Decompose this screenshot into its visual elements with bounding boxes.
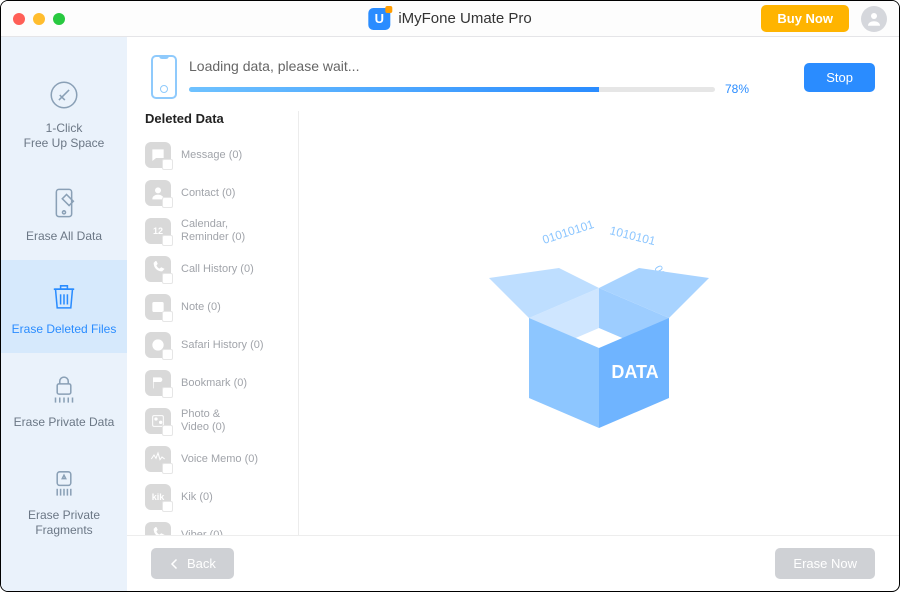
sidebar-item-label: Erase Private Data [14, 415, 115, 430]
list-item[interactable]: Voice Memo (0) [145, 440, 288, 478]
trash-icon [47, 278, 81, 314]
list-item[interactable]: 12 Calendar, Reminder (0) [145, 212, 288, 250]
list-item-icon: kik [145, 484, 171, 510]
phone-icon [151, 55, 177, 99]
app-title: iMyFone Umate Pro [398, 10, 531, 27]
back-arrow-icon [169, 558, 181, 570]
list-item-icon [145, 294, 171, 320]
sidebar-item-erase-fragments[interactable]: Erase Private Fragments [1, 446, 127, 554]
broom-icon [47, 77, 81, 113]
sidebar: 1-Click Free Up Space Erase All Data Era… [1, 37, 127, 591]
list-item-label: Contact (0) [181, 187, 235, 200]
buy-now-button[interactable]: Buy Now [761, 5, 849, 32]
list-item[interactable]: Call History (0) [145, 250, 288, 288]
footer: Back Erase Now [127, 535, 899, 591]
list-item-icon [145, 408, 171, 434]
list-item-icon [145, 332, 171, 358]
erase-now-button[interactable]: Erase Now [775, 548, 875, 579]
list-item-icon [145, 370, 171, 396]
data-box-label: DATA [611, 362, 658, 382]
list-item-label: Call History (0) [181, 263, 254, 276]
list-item-label: Note (0) [181, 301, 221, 314]
profile-icon[interactable] [861, 6, 887, 32]
list-item[interactable]: Message (0) [145, 136, 288, 174]
list-item[interactable]: kik Kik (0) [145, 478, 288, 516]
list-item[interactable]: Viber (0) [145, 516, 288, 535]
sidebar-item-label: Erase Private Fragments [28, 508, 100, 538]
sidebar-item-label: Erase Deleted Files [12, 322, 117, 337]
list-item[interactable]: Bookmark (0) [145, 364, 288, 402]
titlebar: U iMyFone Umate Pro Buy Now [1, 1, 899, 37]
fullscreen-icon[interactable] [53, 13, 65, 25]
traffic-lights [13, 13, 65, 25]
list-item-label: Safari History (0) [181, 339, 264, 352]
list-item-label: Photo & Video (0) [181, 408, 225, 433]
data-box-illustration: 01010101 1010101 01010 DATA [299, 111, 899, 535]
sidebar-item-erase-deleted[interactable]: Erase Deleted Files [1, 260, 127, 353]
lock-shred-icon [47, 371, 81, 407]
list-item-label: Calendar, Reminder (0) [181, 218, 245, 243]
back-button[interactable]: Back [151, 548, 234, 579]
binary-text: 01010101 [541, 217, 596, 247]
stop-button[interactable]: Stop [804, 63, 875, 92]
loading-panel: Loading data, please wait... 78% Stop [127, 37, 899, 111]
title-center: U iMyFone Umate Pro [368, 8, 531, 30]
list-item-icon [145, 256, 171, 282]
list-item-icon: 12 [145, 218, 171, 244]
progress-bar [189, 87, 715, 92]
list-item-icon [145, 446, 171, 472]
app-icon: U [368, 8, 390, 30]
app-shred-icon [47, 464, 81, 500]
list-item-label: Kik (0) [181, 491, 213, 504]
list-header: Deleted Data [127, 111, 298, 136]
binary-text: 1010101 [608, 223, 657, 248]
minimize-icon[interactable] [33, 13, 45, 25]
list-item-label: Bookmark (0) [181, 377, 247, 390]
sidebar-item-erase-private[interactable]: Erase Private Data [1, 353, 127, 446]
erase-phone-icon [49, 185, 79, 221]
loading-text: Loading data, please wait... [189, 58, 792, 74]
sidebar-item-free-up[interactable]: 1-Click Free Up Space [1, 59, 127, 167]
list-item-label: Voice Memo (0) [181, 453, 258, 466]
back-button-label: Back [187, 556, 216, 571]
close-icon[interactable] [13, 13, 25, 25]
progress-percent: 78% [725, 82, 749, 96]
list-item[interactable]: Safari History (0) [145, 326, 288, 364]
list-item-label: Message (0) [181, 149, 242, 162]
list-item-icon [145, 142, 171, 168]
list-item-icon [145, 180, 171, 206]
list-item[interactable]: Note (0) [145, 288, 288, 326]
deleted-data-list: Deleted Data Message (0) Contact (0) 12 Cal… [127, 111, 299, 535]
sidebar-item-label: Erase All Data [26, 229, 102, 244]
list-item-icon [145, 522, 171, 535]
sidebar-item-erase-all[interactable]: Erase All Data [1, 167, 127, 260]
sidebar-item-label: 1-Click Free Up Space [24, 121, 105, 151]
list-item[interactable]: Contact (0) [145, 174, 288, 212]
list-item[interactable]: Photo & Video (0) [145, 402, 288, 440]
